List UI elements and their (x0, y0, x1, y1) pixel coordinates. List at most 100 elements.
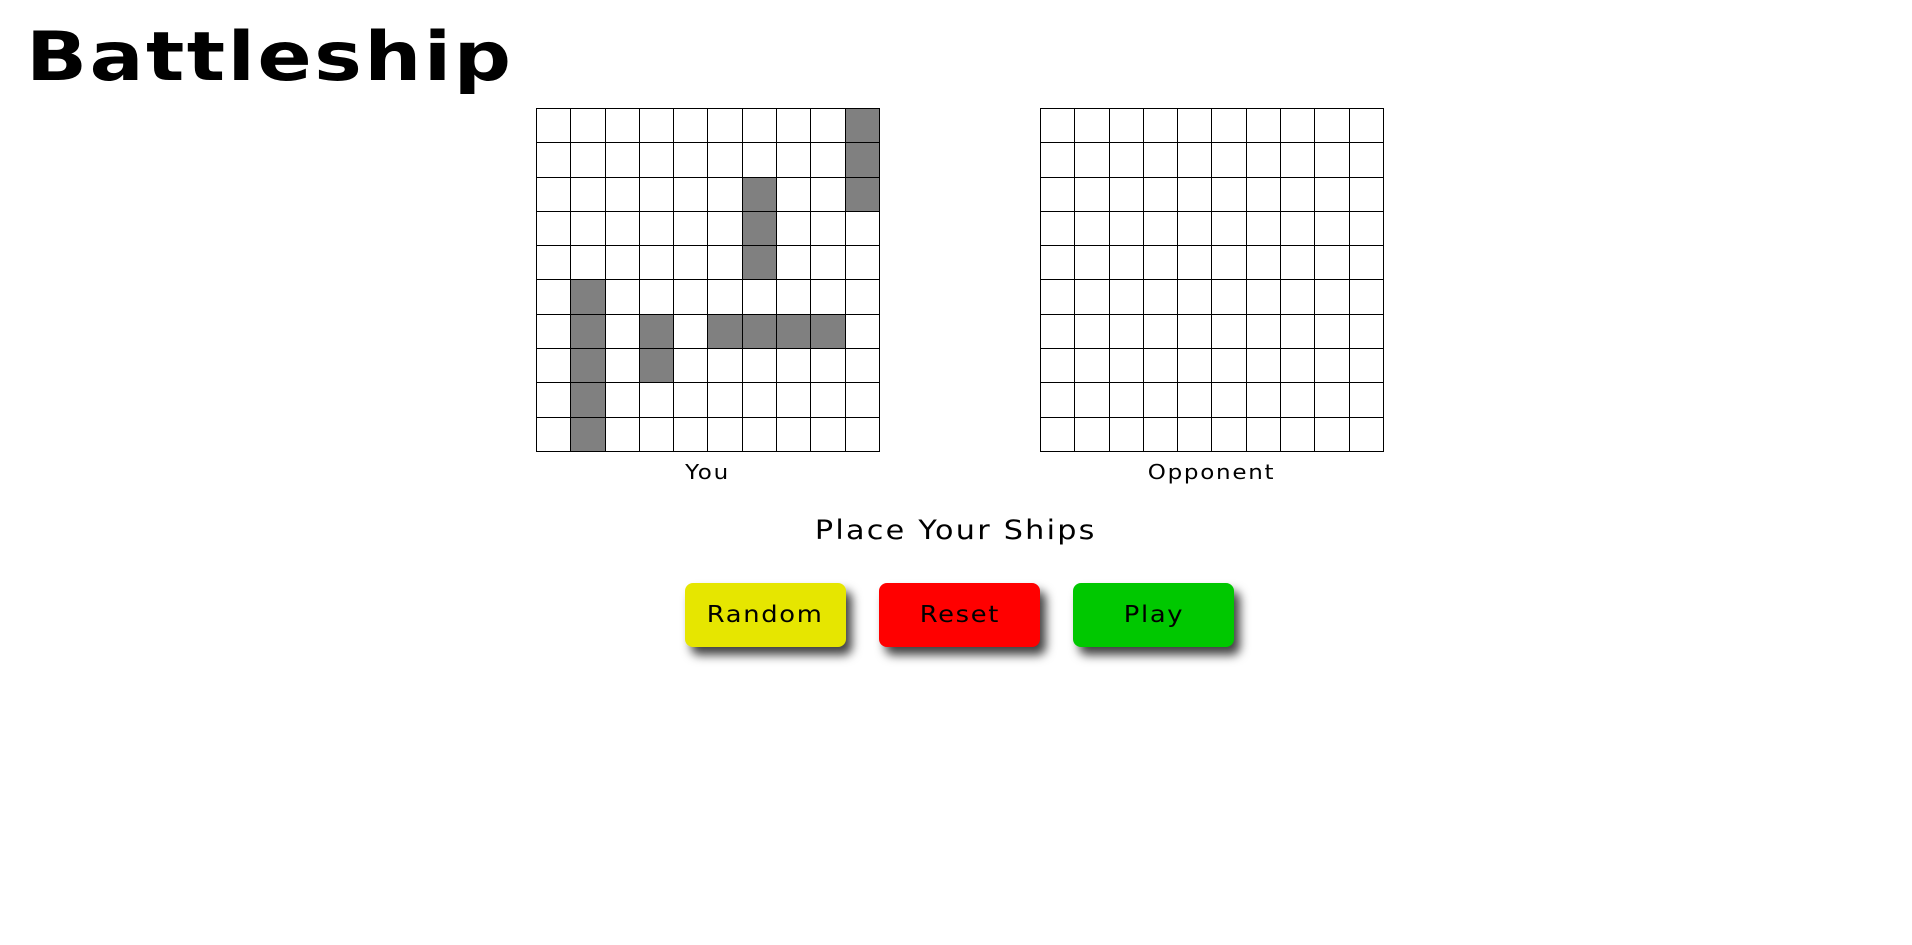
board-cell[interactable] (1041, 246, 1076, 281)
board-cell[interactable] (708, 417, 743, 452)
board-cell[interactable] (1109, 246, 1144, 281)
board-cell[interactable] (1246, 417, 1282, 452)
board-cell[interactable] (1315, 177, 1350, 212)
board-cell[interactable] (639, 280, 675, 315)
board-cell[interactable] (1315, 349, 1350, 384)
board-cell[interactable] (742, 349, 778, 384)
board-cell[interactable] (811, 349, 846, 384)
board-cell[interactable] (1075, 109, 1110, 144)
board-cell[interactable] (639, 211, 675, 247)
board-cell[interactable] (674, 417, 709, 452)
board-cell[interactable] (1212, 280, 1247, 315)
board-cell[interactable] (742, 143, 778, 178)
board-cell[interactable] (1212, 109, 1247, 144)
board-cell[interactable] (1349, 246, 1384, 281)
board-cell[interactable] (845, 246, 880, 281)
board-cell[interactable] (571, 143, 606, 178)
board-cell[interactable] (1212, 143, 1247, 178)
board-cell[interactable] (777, 417, 812, 452)
board-cell[interactable] (1212, 314, 1247, 350)
board-cell[interactable] (1246, 280, 1282, 315)
board-cell[interactable] (1178, 109, 1213, 144)
board-cell[interactable] (811, 177, 846, 212)
board-cell[interactable] (742, 383, 778, 418)
board-cell[interactable] (571, 109, 606, 144)
board-cell[interactable] (1109, 383, 1144, 418)
board-cell[interactable] (1178, 314, 1213, 350)
board-cell[interactable] (845, 280, 880, 315)
board-cell[interactable] (674, 280, 709, 315)
board-cell[interactable] (1075, 417, 1110, 452)
board-cell[interactable] (1143, 314, 1179, 350)
board-cell[interactable] (1041, 349, 1076, 384)
board-cell[interactable] (674, 109, 709, 144)
board-cell[interactable] (537, 109, 572, 144)
board-cell[interactable] (571, 177, 606, 212)
board-cell[interactable] (1246, 314, 1282, 350)
board-cell[interactable] (537, 177, 572, 212)
board-cell[interactable] (1143, 177, 1179, 212)
board-cell[interactable] (708, 109, 743, 144)
board-cell[interactable] (1109, 143, 1144, 178)
board-cell[interactable] (1178, 417, 1213, 452)
board-cell[interactable] (1281, 211, 1316, 247)
board-cell[interactable] (674, 314, 709, 350)
ship-cell[interactable] (742, 246, 778, 281)
ship-cell[interactable] (571, 417, 606, 452)
ship-cell[interactable] (811, 314, 846, 350)
board-cell[interactable] (708, 177, 743, 212)
board-cell[interactable] (1281, 109, 1316, 144)
board-cell[interactable] (1041, 314, 1076, 350)
ship-cell[interactable] (708, 314, 743, 350)
board-cell[interactable] (1109, 417, 1144, 452)
board-cell[interactable] (537, 314, 572, 350)
board-cell[interactable] (777, 280, 812, 315)
ship-cell[interactable] (571, 383, 606, 418)
board-cell[interactable] (811, 417, 846, 452)
board-cell[interactable] (708, 280, 743, 315)
board-cell[interactable] (1143, 246, 1179, 281)
board-cell[interactable] (605, 280, 640, 315)
board-cell[interactable] (1109, 177, 1144, 212)
board-cell[interactable] (1246, 246, 1282, 281)
board-cell[interactable] (1281, 143, 1316, 178)
board-cell[interactable] (674, 246, 709, 281)
board-cell[interactable] (571, 211, 606, 247)
board-cell[interactable] (1281, 349, 1316, 384)
ship-cell[interactable] (639, 349, 675, 384)
board-cell[interactable] (605, 349, 640, 384)
board-cell[interactable] (1041, 280, 1076, 315)
board-cell[interactable] (1109, 280, 1144, 315)
board-cell[interactable] (777, 109, 812, 144)
board-cell[interactable] (674, 143, 709, 178)
board-cell[interactable] (1246, 109, 1282, 144)
board-cell[interactable] (1315, 211, 1350, 247)
board-cell[interactable] (1349, 314, 1384, 350)
random-button[interactable]: Random (685, 583, 846, 647)
board-cell[interactable] (605, 246, 640, 281)
board-cell[interactable] (1246, 349, 1282, 384)
board-cell[interactable] (639, 417, 675, 452)
board-cell[interactable] (1281, 417, 1316, 452)
board-cell[interactable] (1212, 349, 1247, 384)
board-cell[interactable] (1349, 211, 1384, 247)
board-cell[interactable] (1315, 280, 1350, 315)
board-cell[interactable] (845, 349, 880, 384)
board-cell[interactable] (1281, 383, 1316, 418)
board-cell[interactable] (605, 314, 640, 350)
board-cell[interactable] (708, 143, 743, 178)
ship-cell[interactable] (742, 314, 778, 350)
board-cell[interactable] (811, 211, 846, 247)
board-cell[interactable] (639, 246, 675, 281)
board-cell[interactable] (639, 177, 675, 212)
opponent-board[interactable] (1040, 108, 1384, 452)
board-cell[interactable] (1109, 109, 1144, 144)
board-cell[interactable] (537, 211, 572, 247)
ship-cell[interactable] (639, 314, 675, 350)
board-cell[interactable] (1178, 383, 1213, 418)
ship-cell[interactable] (845, 177, 880, 212)
board-cell[interactable] (605, 417, 640, 452)
board-cell[interactable] (537, 143, 572, 178)
board-cell[interactable] (1349, 177, 1384, 212)
board-cell[interactable] (537, 349, 572, 384)
